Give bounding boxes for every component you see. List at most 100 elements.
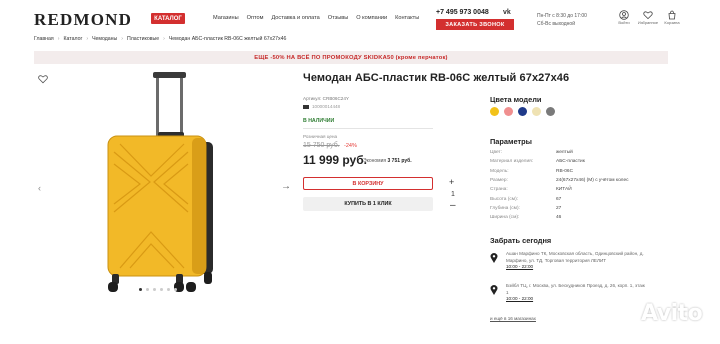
more-stores-link[interactable]: и ещё в 16 магазинах: [490, 316, 536, 321]
param-key: Страна:: [490, 187, 508, 193]
add-to-cart-button[interactable]: В КОРЗИНУ: [303, 177, 433, 190]
hours-weekdays: Пн-Пт с 8:30 до 17:00: [537, 13, 587, 19]
location-pin-icon: [490, 253, 498, 263]
gallery-dot[interactable]: [160, 288, 163, 291]
param-row: Модель: RB-06C: [490, 167, 629, 176]
hours-weekend: Сб-Вс выходной: [537, 21, 575, 27]
param-row: Ширина (см): 46: [490, 213, 629, 222]
watermark-text: Avito: [641, 300, 703, 326]
gallery-next-arrow-icon[interactable]: →: [281, 181, 291, 192]
breadcrumb-separator: ›: [163, 36, 165, 42]
location-pin-icon: [490, 285, 498, 295]
param-row: Высота (см): 67: [490, 194, 629, 203]
color-swatch[interactable]: [546, 107, 555, 116]
buy-one-click-button[interactable]: КУПИТЬ В 1 КЛИК: [303, 197, 433, 211]
gallery-prev-arrow-icon[interactable]: ‹: [38, 183, 41, 193]
params-title: Параметры: [490, 137, 532, 146]
economy-label: Экономия: [363, 158, 387, 164]
order-call-button[interactable]: ЗАКАЗАТЬ ЗВОНОК: [436, 19, 514, 30]
breadcrumb-separator: ›: [86, 36, 89, 42]
breadcrumb-current: Чемодан АБС-пластик RB-06C желтый 67х27х…: [168, 36, 287, 42]
nav-item-about[interactable]: О компании: [356, 15, 387, 21]
pickup-title: Забрать сегодня: [490, 236, 552, 245]
top-nav: Магазины Оптом Доставка и оплата Отзывы …: [213, 15, 427, 21]
article-number: Артикул: CRB06C24Y: [303, 96, 349, 101]
avito-watermark: Avito: [612, 300, 703, 326]
nav-item-stores[interactable]: Магазины: [213, 15, 239, 21]
add-to-favorites-icon[interactable]: [38, 74, 48, 84]
quantity-value[interactable]: 1: [451, 191, 455, 198]
avito-logo-icon: [612, 300, 638, 326]
breadcrumb-plastic[interactable]: Пластиковые: [127, 36, 159, 42]
old-price: 15 750 руб.: [303, 142, 340, 149]
breadcrumb-home[interactable]: Главная: [34, 36, 54, 42]
nav-item-delivery[interactable]: Доставка и оплата: [271, 15, 319, 21]
param-key: Размер:: [490, 178, 508, 184]
param-row: Материал изделия: АБС-пластик: [490, 157, 629, 166]
economy: Экономия 3 751 руб.: [363, 158, 412, 164]
catalog-button[interactable]: КАТАЛОГ: [151, 13, 185, 24]
promo-banner[interactable]: ЕЩЕ -50% НА ВСЁ ПО ПРОМОКОДУ SKIDKA50 (к…: [34, 51, 668, 64]
color-swatch[interactable]: [504, 107, 513, 116]
gallery-dot[interactable]: [174, 288, 177, 291]
cart-button[interactable]: Корзина: [664, 10, 680, 25]
discount-badge: -24%: [344, 143, 357, 149]
favorites-button[interactable]: Избранное: [637, 10, 659, 25]
quantity-minus-button[interactable]: –: [450, 200, 456, 211]
header-icons: Войти Избранное Корзина: [616, 10, 680, 25]
profile-button[interactable]: Войти: [616, 10, 632, 25]
colors-title: Цвета модели: [490, 95, 542, 104]
gallery-dot[interactable]: [139, 288, 142, 291]
vk-icon[interactable]: vk: [503, 9, 511, 16]
stock-status: В НАЛИЧИИ: [303, 118, 335, 124]
profile-label: Войти: [618, 20, 630, 25]
param-value: АБС-пластик: [556, 159, 585, 165]
divider: [303, 128, 433, 129]
nav-item-contacts[interactable]: Контакты: [395, 15, 419, 21]
color-swatch[interactable]: [532, 107, 541, 116]
product-title: Чемодан АБС-пластик RB-06C желтый 67х27х…: [303, 72, 570, 84]
breadcrumb-catalog[interactable]: Каталог: [63, 36, 82, 42]
favorites-icon: [643, 11, 653, 20]
param-key: Ширина (см):: [490, 215, 520, 221]
barcode-row: 10000014448: [303, 104, 340, 109]
param-row: Глубина (см): 27: [490, 204, 629, 213]
param-row: Размер: 24(67х27х46) (М) с учётом колес: [490, 176, 629, 185]
logo[interactable]: REDMOND: [34, 10, 132, 30]
economy-value: 3 751 руб.: [387, 158, 412, 164]
color-swatches: [490, 107, 555, 116]
param-value: желтый: [556, 150, 573, 156]
store-item[interactable]: Ашан Марфино ТК, Московская область, Оди…: [490, 251, 670, 271]
param-key: Глубина (см):: [490, 205, 520, 211]
cart-label: Корзина: [664, 20, 680, 25]
breadcrumb-suitcases[interactable]: Чемоданы: [92, 36, 117, 42]
params-table: Цвет: желтый Материал изделия: АБС-пластик…: [490, 148, 629, 222]
param-row: Страна: КИТАЙ: [490, 185, 629, 194]
param-key: Цвет:: [490, 150, 503, 156]
breadcrumb-separator: ›: [121, 36, 123, 42]
nav-item-reviews[interactable]: Отзывы: [328, 15, 349, 21]
param-key: Материал изделия:: [490, 159, 534, 165]
param-value: КИТАЙ: [556, 187, 572, 193]
param-row: Цвет: желтый: [490, 148, 629, 157]
store-hours: 10:00 - 22:00: [506, 264, 534, 269]
cart-icon: [668, 10, 676, 20]
product-image[interactable]: [96, 72, 226, 294]
gallery-dot[interactable]: [167, 288, 170, 291]
gallery-dot[interactable]: [146, 288, 149, 291]
phone-number[interactable]: +7 495 973 0048: [436, 9, 489, 16]
nav-item-wholesale[interactable]: Оптом: [247, 15, 264, 21]
retail-price-label: Розничная цена: [303, 134, 338, 139]
color-swatch[interactable]: [490, 107, 499, 116]
param-value: 27: [556, 205, 562, 211]
breadcrumb: Главная › Каталог › Чемоданы › Пластиковые ›…: [34, 36, 290, 42]
param-key: Высота (см):: [490, 196, 519, 202]
working-hours: Пн-Пт с 8:30 до 17:00 Сб-Вс выходной: [537, 12, 587, 28]
favorites-label: Избранное: [637, 20, 659, 25]
param-value: 46: [556, 215, 562, 221]
profile-icon: [619, 10, 629, 20]
gallery-dot[interactable]: [153, 288, 156, 291]
color-swatch[interactable]: [518, 107, 527, 116]
barcode-icon: [303, 104, 309, 109]
quantity-plus-button[interactable]: +: [449, 177, 454, 187]
